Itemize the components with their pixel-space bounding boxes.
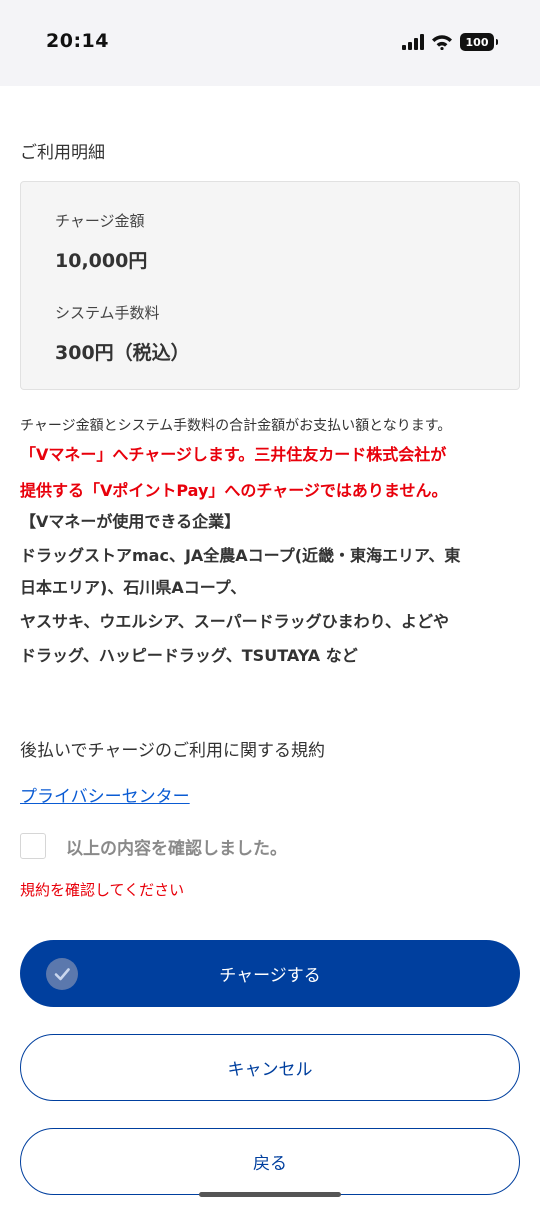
companies-heading: 【Vマネーが使用できる企業】 [20,512,241,531]
charge-amount-label: チャージ金額 [55,212,145,230]
status-icons: 100 [402,33,498,51]
payment-note: チャージ金額とシステム手数料の合計金額がお支払い額となります。 [20,418,452,434]
terms-title: 後払いでチャージのご利用に関する規約 [20,741,325,761]
battery-icon: 100 [460,33,498,51]
battery-level: 100 [465,35,489,49]
charge-button-label: チャージする [219,966,321,986]
companies-line-2: 日本エリア)、石川県Aコープ、 [20,578,247,597]
cancel-button[interactable]: キャンセル [20,1034,520,1101]
warning-line-2: 提供する「VポイントPay」へのチャージではありません。 [20,481,448,500]
cancel-button-label: キャンセル [227,1060,313,1080]
warning-line-1: 「Vマネー」へチャージします。三井住友カード株式会社が [20,445,447,464]
confirm-checkbox-label[interactable]: 以上の内容を確認しました。 [66,834,287,859]
companies-line-4: ドラッグ、ハッピードラッグ、TSUTAYA など [20,646,358,665]
checkmark-icon [46,958,78,990]
charge-button[interactable]: チャージする [20,940,520,1007]
back-button[interactable]: 戻る [20,1128,520,1195]
back-button-label: 戻る [253,1154,287,1174]
system-fee-value: 300円（税込） [55,342,190,364]
privacy-center-link[interactable]: プライバシーセンター [20,782,190,807]
confirm-checkbox[interactable] [20,833,46,859]
charge-amount-value: 10,000円 [55,250,148,272]
section-title: ご利用明細 [20,143,105,163]
companies-line-3: ヤスサキ、ウエルシア、スーパードラッグひまわり、よどや [20,612,449,631]
usage-detail-box: チャージ金額 10,000円 システム手数料 300円（税込） [20,181,520,390]
home-indicator[interactable] [199,1192,341,1197]
wifi-icon [432,35,452,50]
system-fee-label: システム手数料 [55,304,160,322]
terms-error-message: 規約を確認してください [20,881,185,899]
companies-line-1: ドラッグストアmac、JA全農Aコープ(近畿・東海エリア、東 [20,546,461,565]
status-bar: 20:14 100 [0,0,540,86]
cellular-signal-icon [402,34,424,50]
status-time: 20:14 [46,30,109,52]
